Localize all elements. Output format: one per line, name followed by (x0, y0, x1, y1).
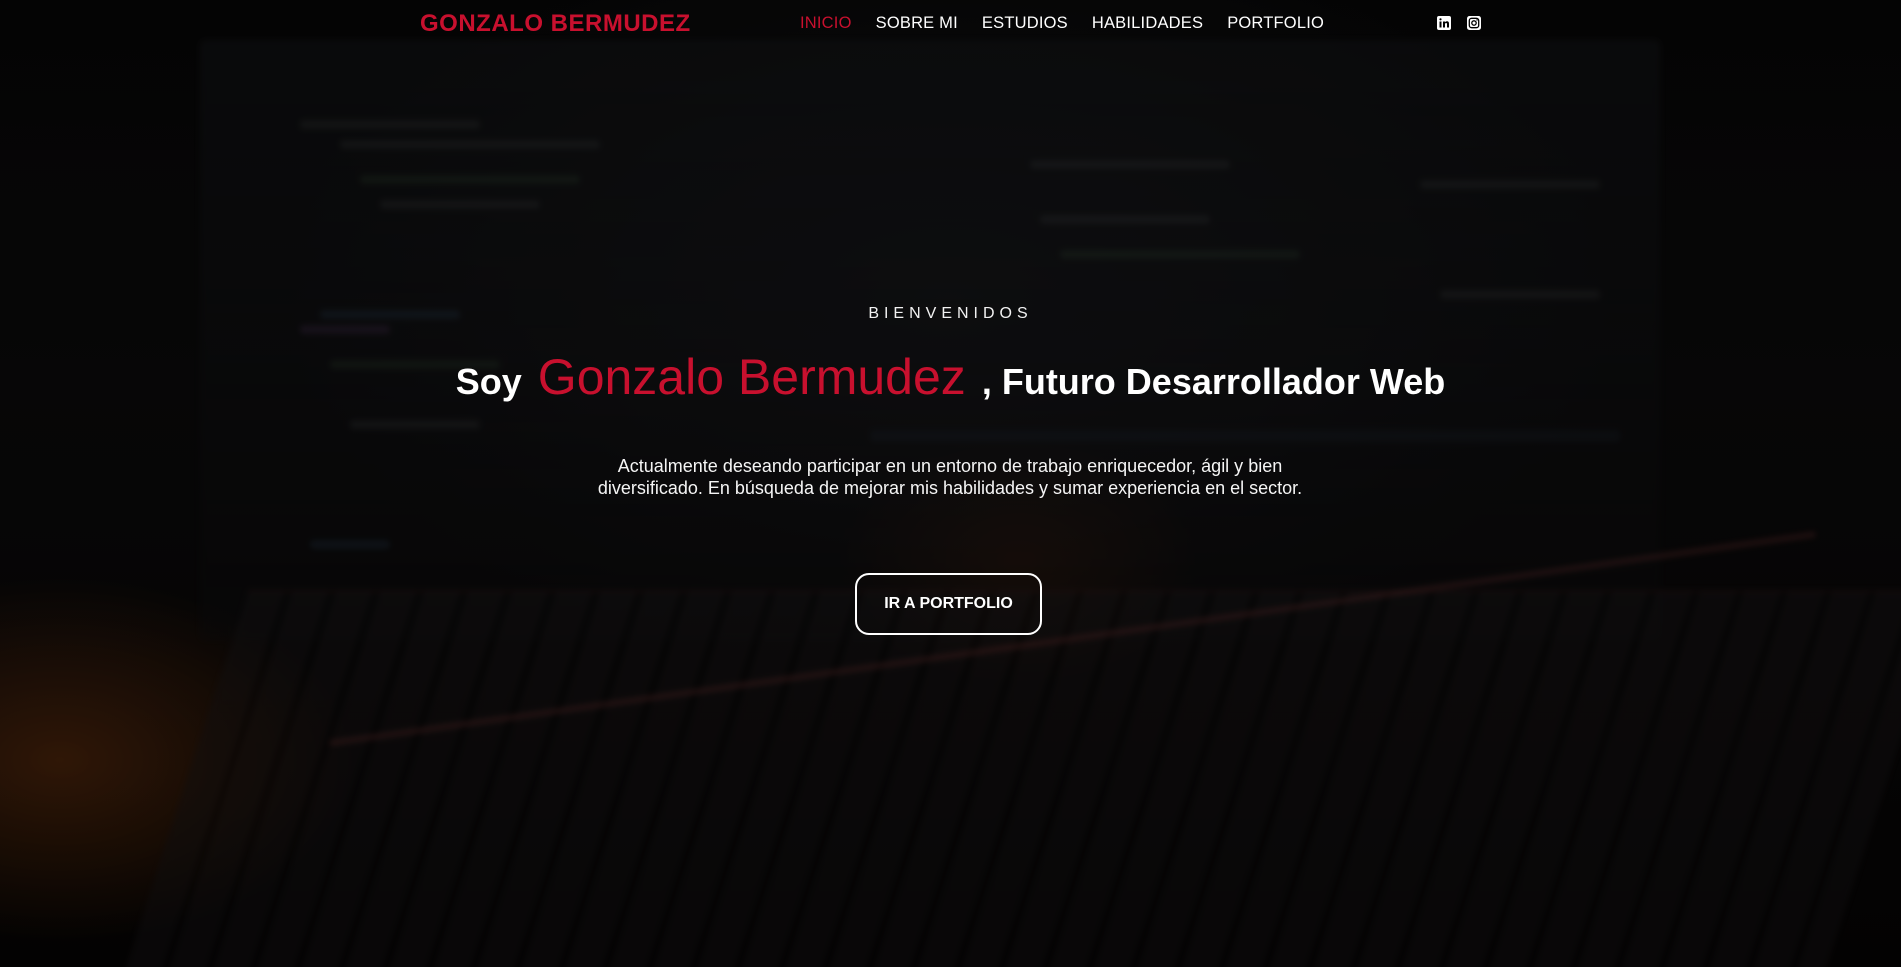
nav-item-inicio: INICIO (800, 14, 852, 33)
social-links (1436, 15, 1482, 31)
hero-headline: Soy Gonzalo Bermudez , Futuro Desarrolla… (0, 348, 1901, 406)
instagram-icon[interactable] (1466, 15, 1482, 31)
portfolio-cta-button[interactable]: IR A PORTFOLIO (855, 573, 1042, 635)
nav-item-estudios: ESTUDIOS (982, 14, 1068, 33)
headline-prefix: Soy (455, 361, 522, 402)
nav-link-estudios[interactable]: ESTUDIOS (982, 14, 1068, 32)
hero-section: GONZALO BERMUDEZ INICIO SOBRE MI ESTUDIO… (0, 0, 1901, 967)
linkedin-icon[interactable] (1436, 15, 1452, 31)
brand-logo[interactable]: GONZALO BERMUDEZ (420, 10, 691, 38)
nav-menu: INICIO SOBRE MI ESTUDIOS HABILIDADES POR… (800, 14, 1324, 33)
nav-item-habilidades: HABILIDADES (1092, 14, 1203, 33)
hero-description: Actualmente deseando participar en un en… (597, 456, 1303, 498)
nav-item-portfolio: PORTFOLIO (1227, 14, 1324, 33)
nav-link-inicio[interactable]: INICIO (800, 14, 852, 32)
welcome-eyebrow: BIENVENIDOS (868, 305, 1033, 322)
nav-item-sobre-mi: SOBRE MI (876, 14, 958, 33)
nav-link-sobre-mi[interactable]: SOBRE MI (876, 14, 958, 32)
nav-link-habilidades[interactable]: HABILIDADES (1092, 14, 1203, 32)
headline-suffix: , Futuro Desarrollador Web (981, 361, 1446, 402)
top-navbar: GONZALO BERMUDEZ INICIO SOBRE MI ESTUDIO… (0, 0, 1901, 46)
headline-name: Gonzalo Bermudez (537, 349, 966, 405)
nav-link-portfolio[interactable]: PORTFOLIO (1227, 14, 1324, 32)
